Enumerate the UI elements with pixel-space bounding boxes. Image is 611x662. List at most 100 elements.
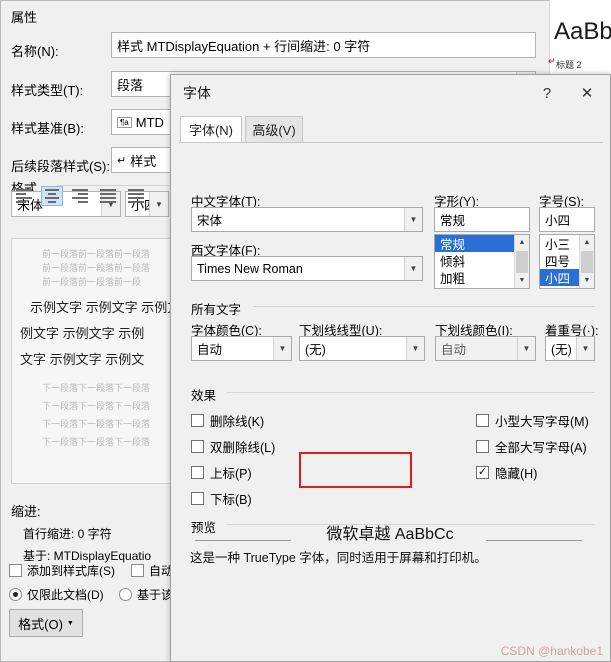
- chevron-down-icon[interactable]: ▼: [149, 192, 168, 216]
- paragraph-mark-icon: ¶a: [117, 116, 132, 128]
- font-size-input[interactable]: 小四: [539, 207, 595, 232]
- chinese-font-combo[interactable]: 宋体 ▼: [191, 207, 423, 232]
- preview-gray-line: 前一段落前一段落前一段落: [42, 263, 151, 273]
- checkbox-box: [191, 440, 204, 453]
- checkbox-box: ✓: [476, 466, 489, 479]
- tab-advanced[interactable]: 高级(V): [245, 116, 303, 143]
- align-left-button[interactable]: [13, 186, 35, 206]
- chevron-down-icon: ▼: [517, 337, 535, 360]
- scroll-thumb[interactable]: [516, 251, 528, 273]
- font-color-value: 自动: [197, 343, 223, 357]
- font-dialog-title: 字体: [183, 85, 211, 101]
- superscript-checkbox[interactable]: 上标(P): [191, 463, 252, 482]
- format-button-label: 格式(O): [18, 616, 63, 632]
- checkbox-box: [191, 414, 204, 427]
- label-all-text-section: 所有文字: [191, 299, 247, 318]
- help-icon[interactable]: ?: [532, 81, 562, 105]
- font-size-scrollbar[interactable]: ▲ ▼: [579, 235, 594, 288]
- style-type-value: 段落: [117, 77, 144, 93]
- tab-strip-divider: [179, 142, 603, 143]
- font-style-listbox[interactable]: 常规 倾斜 加粗 ▲ ▼: [434, 234, 530, 289]
- preview-main-line: 例文字 示例文字 示例: [20, 326, 145, 341]
- chinese-font-value: 宋体: [197, 214, 223, 228]
- scroll-thumb[interactable]: [581, 251, 593, 273]
- preview-main-line: 示例文字 示例文字 示例文字: [30, 300, 194, 315]
- preview-rule-left: [195, 540, 291, 541]
- font-size-listbox[interactable]: 小三 四号 小四 ▲ ▼: [539, 234, 595, 289]
- scope-this-document-radio[interactable]: 仅限此文档(D): [9, 586, 104, 603]
- chevron-down-icon[interactable]: ▼: [404, 257, 422, 280]
- add-to-style-gallery-label: 添加到样式库(S): [27, 564, 115, 578]
- subscript-checkbox[interactable]: 下标(B): [191, 489, 252, 508]
- small-caps-label: 小型大写字母(M): [495, 415, 589, 429]
- font-dialog-titlebar[interactable]: 字体 ? ✕: [171, 75, 610, 109]
- style-based-on-value: MTD: [135, 114, 164, 130]
- label-effects-section: 效果: [191, 385, 222, 404]
- format-button[interactable]: 格式(O) ▼: [9, 609, 83, 637]
- chevron-down-icon[interactable]: ▼: [576, 337, 594, 360]
- radio-dot: [9, 588, 22, 601]
- preview-gray-line: 下一段落下一段落下一段落: [42, 383, 151, 393]
- subscript-label: 下标(B): [210, 493, 252, 507]
- align-center-button[interactable]: [41, 186, 63, 206]
- double-strikethrough-checkbox[interactable]: 双删除线(L): [191, 437, 275, 456]
- style-dialog-title: 属性: [11, 10, 38, 25]
- preview-rule-right: [486, 540, 582, 541]
- preview-gray-line: 下一段落下一段落下一段落: [42, 419, 151, 429]
- add-to-style-gallery-checkbox[interactable]: 添加到样式库(S): [9, 562, 115, 579]
- scroll-down-icon[interactable]: ▼: [515, 273, 529, 288]
- scope-based-on-radio[interactable]: 基于该: [119, 586, 173, 603]
- scope-this-document-label: 仅限此文档(D): [27, 588, 104, 602]
- label-style-based-on: 样式基准(B):: [11, 121, 84, 136]
- preview-main-line: 文字 示例文字 示例文: [20, 352, 145, 367]
- align-right-button[interactable]: [69, 186, 91, 206]
- radio-dot: [119, 588, 132, 601]
- all-text-divider: [253, 306, 595, 307]
- all-caps-checkbox[interactable]: 全部大写字母(A): [476, 437, 587, 456]
- label-next-style: 后续段落样式(S):: [11, 159, 110, 174]
- label-style-type: 样式类型(T):: [11, 83, 84, 98]
- scroll-up-icon[interactable]: ▲: [580, 235, 594, 250]
- strikethrough-label: 删除线(K): [210, 415, 265, 429]
- hidden-checkbox[interactable]: ✓ 隐藏(H): [476, 463, 537, 482]
- label-indent-section: 缩进:: [11, 504, 41, 519]
- chevron-down-icon[interactable]: ▼: [273, 337, 291, 360]
- style-name-input[interactable]: 样式 MTDisplayEquation + 行间缩进: 0 字符: [111, 32, 536, 58]
- font-style-input[interactable]: 常规: [434, 207, 530, 232]
- underline-style-combo[interactable]: (无) ▼: [299, 336, 425, 361]
- tab-advanced-label: 高级(V): [252, 123, 296, 138]
- emphasis-mark-value: (无): [551, 343, 572, 357]
- small-caps-checkbox[interactable]: 小型大写字母(M): [476, 411, 589, 430]
- return-arrow-icon: ↵: [117, 154, 127, 167]
- preview-gray-line: 下一段落下一段落下一段落: [42, 437, 151, 447]
- scroll-down-icon[interactable]: ▼: [580, 273, 594, 288]
- align-distribute-button[interactable]: [125, 186, 147, 206]
- strikethrough-checkbox[interactable]: 删除线(K): [191, 411, 264, 430]
- western-font-value: Times New Roman: [197, 261, 303, 276]
- underline-color-value: 自动: [441, 343, 467, 357]
- emphasis-mark-combo[interactable]: (无) ▼: [545, 336, 595, 361]
- underline-color-combo: 自动 ▼: [435, 336, 536, 361]
- all-caps-label: 全部大写字母(A): [495, 441, 587, 455]
- font-preview-note: 这是一种 TrueType 字体，同时适用于屏幕和打印机。: [190, 551, 487, 565]
- tab-font-label: 字体(N): [188, 123, 234, 138]
- tab-font[interactable]: 字体(N): [180, 116, 242, 143]
- font-color-combo[interactable]: 自动 ▼: [191, 336, 292, 361]
- font-style-scrollbar[interactable]: ▲ ▼: [514, 235, 529, 288]
- font-preview-panel: 微软卓越 AaBbCc 这是一种 TrueType 字体，同时适用于屏幕和打印机…: [190, 512, 590, 565]
- align-justify-button[interactable]: [97, 186, 119, 206]
- close-icon[interactable]: ✕: [570, 81, 604, 105]
- western-font-combo[interactable]: Times New Roman ▼: [191, 256, 423, 281]
- chevron-down-icon: ▼: [66, 619, 74, 627]
- font-dialog: 字体 ? ✕ 字体(N) 高级(V) 中文字体(T): 字形(Y): 字号(S)…: [170, 74, 611, 662]
- hidden-label: 隐藏(H): [495, 467, 538, 481]
- checkbox-box: [191, 466, 204, 479]
- chevron-down-icon[interactable]: ▼: [404, 208, 422, 231]
- gallery-caption: 标题 2: [556, 60, 582, 70]
- font-style-value: 常规: [440, 214, 466, 228]
- chevron-down-icon[interactable]: ▼: [406, 337, 424, 360]
- checkbox-box: [476, 440, 489, 453]
- preview-gray-line: 前一段落前一段落前一段落: [42, 249, 151, 259]
- label-style-name: 名称(N):: [11, 44, 59, 59]
- scroll-up-icon[interactable]: ▲: [515, 235, 529, 250]
